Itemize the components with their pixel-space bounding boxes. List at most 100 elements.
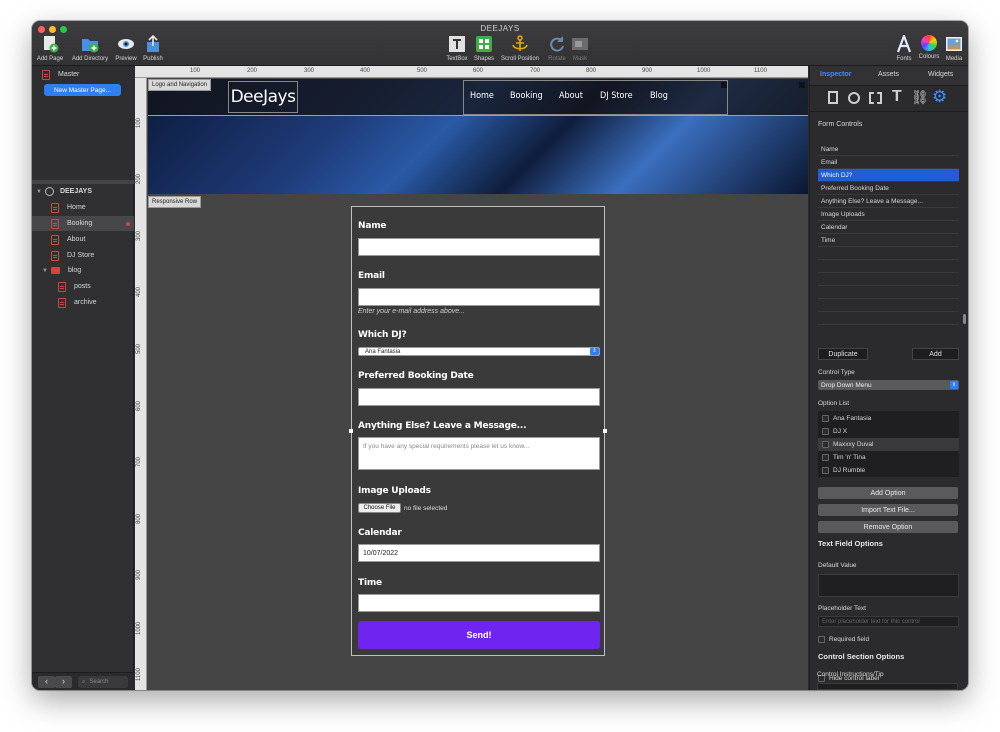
tab-inspector[interactable]: Inspector bbox=[820, 71, 852, 78]
option-checkbox[interactable] bbox=[822, 467, 829, 474]
required-field-checkbox[interactable] bbox=[818, 636, 825, 643]
option-label: Maxxxy Duval bbox=[833, 441, 874, 448]
send-button[interactable]: Send! bbox=[358, 621, 600, 649]
placeholder-text-field[interactable]: Enter placeholder text for this control bbox=[818, 616, 959, 627]
media-button[interactable]: Media bbox=[931, 35, 968, 62]
site-navbar[interactable]: DeeJays Home Booking About DJ Store Blog bbox=[148, 79, 808, 116]
mask-button[interactable]: Mask bbox=[557, 35, 603, 62]
site-root-item[interactable]: ▼ DEEJAYS bbox=[32, 184, 134, 199]
nav-booking[interactable]: Booking bbox=[510, 91, 543, 101]
selection-handle[interactable] bbox=[349, 429, 353, 433]
option-checkbox[interactable] bbox=[822, 441, 829, 448]
publish-button[interactable]: Publish bbox=[130, 34, 176, 62]
dj-select[interactable]: Ana Fantasia ⇕ bbox=[358, 347, 600, 356]
text-inspector-icon[interactable]: T bbox=[892, 88, 902, 106]
nav-dj-store[interactable]: DJ Store bbox=[600, 91, 633, 101]
add-page-label: Add Page bbox=[36, 56, 64, 62]
nav-home[interactable]: Home bbox=[470, 91, 494, 101]
tab-assets[interactable]: Assets bbox=[878, 71, 899, 78]
list-item[interactable]: Anything Else? Leave a Message... bbox=[818, 195, 959, 208]
selection-handle[interactable] bbox=[603, 429, 607, 433]
ruler-tick: 800 bbox=[136, 513, 142, 524]
list-item[interactable]: DJ Rumble bbox=[818, 464, 959, 477]
page-canvas[interactable]: 100 200 300 400 500 600 700 800 900 1000… bbox=[135, 66, 808, 690]
list-item[interactable]: DJ X bbox=[818, 425, 959, 438]
chevron-updown-icon: ⇕ bbox=[590, 348, 599, 355]
page-icon bbox=[58, 281, 66, 292]
sidebar-item-label: Booking bbox=[67, 220, 93, 227]
media-icon bbox=[945, 35, 963, 53]
import-text-file-button[interactable]: Import Text File... bbox=[818, 504, 958, 516]
page-inspector-icon[interactable] bbox=[828, 91, 838, 104]
form-controls-list[interactable]: Name Email Which DJ? Preferred Booking D… bbox=[818, 143, 959, 325]
site-header-section[interactable]: DeeJays Home Booking About DJ Store Blog bbox=[148, 79, 808, 194]
nav-about[interactable]: About bbox=[559, 91, 583, 101]
text-field-options-heading: Text Field Options bbox=[818, 539, 883, 548]
list-item[interactable]: Name bbox=[818, 143, 959, 156]
nav-blog[interactable]: Blog bbox=[650, 91, 668, 101]
disclosure-triangle-icon[interactable]: ▼ bbox=[36, 189, 42, 195]
list-item[interactable]: Email bbox=[818, 156, 959, 169]
master-page-item[interactable]: Master bbox=[32, 67, 134, 82]
list-item[interactable]: Time bbox=[818, 234, 959, 247]
list-item-empty bbox=[818, 299, 959, 312]
option-checkbox[interactable] bbox=[822, 454, 829, 461]
list-item[interactable]: Maxxxy Duval bbox=[818, 438, 959, 451]
list-item[interactable]: Ana Fantasia bbox=[818, 412, 959, 425]
ruler-tick: 900 bbox=[136, 569, 142, 580]
name-input[interactable] bbox=[358, 238, 600, 256]
sidebar-item-label: DJ Store bbox=[67, 252, 95, 259]
scrollbar-thumb[interactable] bbox=[963, 314, 966, 324]
ruler-tick: 500 bbox=[136, 343, 142, 354]
gear-icon[interactable]: ⚙ bbox=[932, 87, 947, 107]
instructions-field[interactable] bbox=[817, 683, 958, 690]
sidebar-item-blog[interactable]: ▼ blog bbox=[32, 263, 134, 278]
forward-button[interactable]: › bbox=[55, 676, 72, 688]
list-item[interactable]: Preferred Booking Date bbox=[818, 182, 959, 195]
sidebar-item-posts[interactable]: posts bbox=[32, 279, 134, 294]
sidebar-item-dj-store[interactable]: DJ Store bbox=[32, 248, 134, 263]
option-checkbox[interactable] bbox=[822, 415, 829, 422]
link-inspector-icon[interactable]: ⛓ bbox=[911, 89, 929, 106]
list-item[interactable]: Calendar bbox=[818, 221, 959, 234]
sidebar-item-booking[interactable]: Booking bbox=[32, 216, 134, 231]
site-navigation[interactable]: Home Booking About DJ Store Blog bbox=[463, 80, 728, 115]
resize-handle[interactable] bbox=[799, 82, 805, 88]
page-search-field[interactable]: ⌕ Search bbox=[78, 676, 128, 688]
shapes-label: Shapes bbox=[473, 56, 495, 62]
list-item[interactable]: Tim 'n' Tina bbox=[818, 451, 959, 464]
option-list[interactable]: Ana Fantasia DJ X Maxxxy Duval Tim 'n' T… bbox=[818, 411, 959, 477]
booking-form[interactable]: Name Email Enter your e-mail address abo… bbox=[349, 206, 607, 656]
sidebar-item-about[interactable]: About bbox=[32, 232, 134, 247]
add-control-button[interactable]: Add bbox=[912, 348, 959, 360]
resize-handle[interactable] bbox=[721, 82, 727, 88]
time-input[interactable] bbox=[358, 594, 600, 612]
remove-option-button[interactable]: Remove Option bbox=[818, 521, 958, 533]
message-textarea[interactable]: If you have any special requirements ple… bbox=[358, 437, 600, 470]
default-value-field[interactable] bbox=[818, 574, 959, 597]
shape-inspector-icon[interactable] bbox=[869, 92, 882, 104]
list-item[interactable]: Which DJ? bbox=[818, 169, 959, 182]
sidebar-item-home[interactable]: Home bbox=[32, 200, 134, 215]
tab-widgets[interactable]: Widgets bbox=[928, 71, 953, 78]
back-button[interactable]: ‹ bbox=[38, 676, 55, 688]
control-type-select[interactable]: Drop Down Menu ⇕ bbox=[818, 380, 959, 390]
app-window: DEEJAYS Add Page Add Directory Preview P… bbox=[32, 21, 968, 690]
duplicate-button[interactable]: Duplicate bbox=[818, 348, 868, 360]
email-input[interactable] bbox=[358, 288, 600, 306]
uploads-label: Image Uploads bbox=[358, 486, 431, 496]
sidebar-item-archive[interactable]: archive bbox=[32, 295, 134, 310]
site-logo[interactable]: DeeJays bbox=[228, 81, 298, 113]
page-icon bbox=[51, 234, 59, 245]
required-field-checkbox-row[interactable]: Required field bbox=[818, 636, 869, 643]
date-input[interactable] bbox=[358, 388, 600, 406]
option-checkbox[interactable] bbox=[822, 428, 829, 435]
choose-file-button[interactable]: Choose File bbox=[358, 503, 401, 513]
disclosure-triangle-icon[interactable]: ▼ bbox=[42, 268, 48, 274]
calendar-input[interactable]: 10/07/2022 bbox=[358, 544, 600, 562]
add-option-button[interactable]: Add Option bbox=[818, 487, 958, 499]
list-item[interactable]: Image Uploads bbox=[818, 208, 959, 221]
option-list-label: Option List bbox=[818, 400, 850, 407]
layout-inspector-icon[interactable] bbox=[848, 92, 860, 104]
new-master-page-button[interactable]: New Master Page... bbox=[44, 84, 121, 96]
